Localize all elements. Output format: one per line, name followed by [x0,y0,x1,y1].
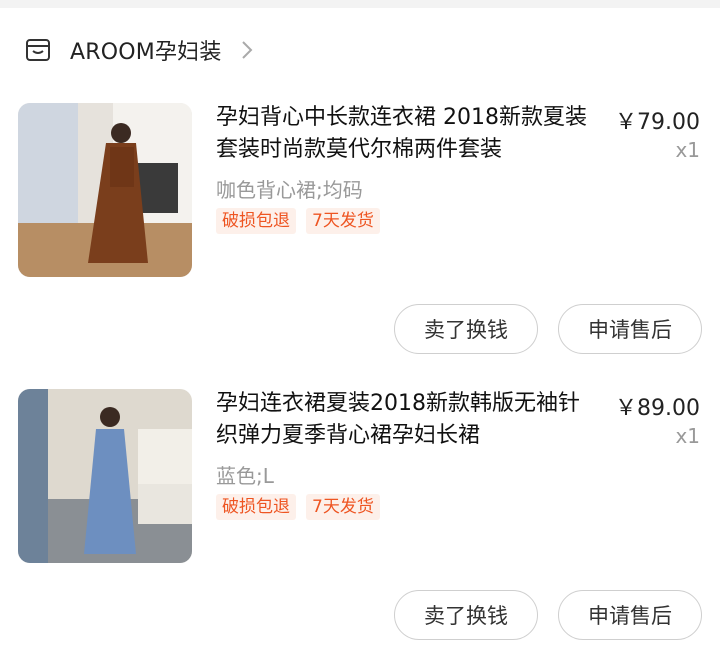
after-sales-button[interactable]: 申请售后 [558,304,702,354]
product-price: ￥79.00 [615,110,700,135]
product-spec: 咖色背心裙;均码 [216,178,363,202]
order-item: 孕妇连衣裙夏装2018新款韩版无袖针织弹力夏季背心裙孕妇长裙 ￥89.00 x1… [0,386,720,646]
tag-shipping: 7天发货 [306,494,380,520]
chevron-right-icon [241,41,252,59]
service-tags: 破损包退 7天发货 [216,494,380,520]
tag-return: 破损包退 [216,494,296,520]
product-quantity: x1 [675,424,700,448]
product-price: ￥89.00 [615,396,700,421]
product-image[interactable] [18,389,192,563]
product-spec: 蓝色;L [216,464,274,488]
service-tags: 破损包退 7天发货 [216,208,380,234]
product-quantity: x1 [675,138,700,162]
tag-shipping: 7天发货 [306,208,380,234]
product-image[interactable] [18,103,192,277]
product-title[interactable]: 孕妇背心中长款连衣裙 2018新款夏装套装时尚款莫代尔棉两件套装 [216,102,591,166]
resell-button[interactable]: 卖了换钱 [394,304,538,354]
store-name: AROOM孕妇装 [70,40,222,65]
tag-return: 破损包退 [216,208,296,234]
after-sales-button[interactable]: 申请售后 [558,590,702,640]
store-icon [26,39,50,61]
top-divider [0,0,720,8]
order-item: 孕妇背心中长款连衣裙 2018新款夏装套装时尚款莫代尔棉两件套装 ￥79.00 … [0,100,720,360]
product-title[interactable]: 孕妇连衣裙夏装2018新款韩版无袖针织弹力夏季背心裙孕妇长裙 [216,388,591,452]
store-header[interactable]: AROOM孕妇装 [24,30,254,70]
resell-button[interactable]: 卖了换钱 [394,590,538,640]
